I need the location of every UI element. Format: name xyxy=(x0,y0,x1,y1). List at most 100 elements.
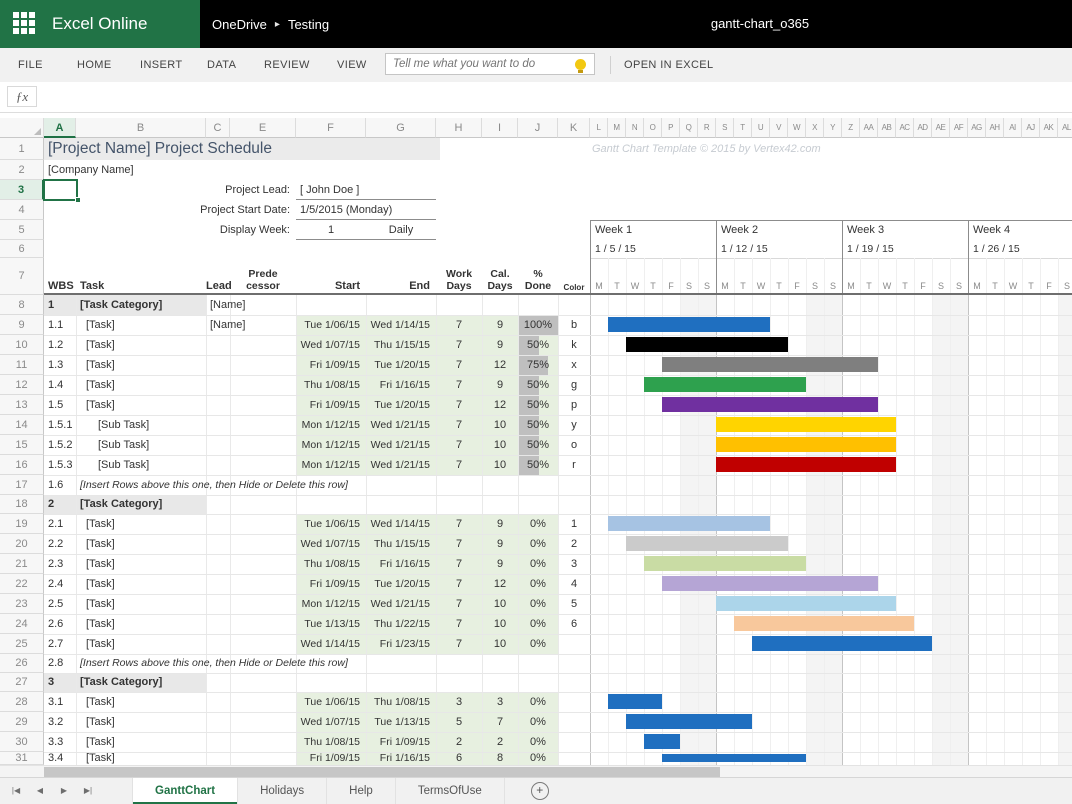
cell-end[interactable]: Wed 1/14/15 xyxy=(368,315,430,335)
cell-cal-days[interactable]: 9 xyxy=(482,514,518,534)
day-letter[interactable]: T xyxy=(644,279,662,294)
day-letter[interactable]: S xyxy=(824,279,842,294)
cell-company-name[interactable]: [Company Name] xyxy=(48,160,298,180)
header-task[interactable]: Task xyxy=(80,278,140,294)
col-header-AB[interactable]: AB xyxy=(878,118,896,138)
cell-work-days[interactable]: 7 xyxy=(436,395,482,415)
cell-cal-days[interactable]: 10 xyxy=(482,415,518,435)
col-header-Q[interactable]: Q xyxy=(680,118,698,138)
header-cal-days[interactable]: Cal. Days xyxy=(482,268,518,294)
day-letter[interactable]: M xyxy=(968,279,986,294)
cell-cal-days[interactable]: 10 xyxy=(482,594,518,614)
cell-work-days[interactable]: 7 xyxy=(436,375,482,395)
col-header-AK[interactable]: AK xyxy=(1040,118,1058,138)
cell-pct-done[interactable]: 50% xyxy=(518,415,558,435)
col-header-AH[interactable]: AH xyxy=(986,118,1004,138)
ribbon-tab-view[interactable]: VIEW xyxy=(337,48,367,82)
cell-task[interactable]: [Sub Task] xyxy=(98,435,218,455)
gantt-bar[interactable] xyxy=(644,556,806,571)
day-letter[interactable]: T xyxy=(986,279,1004,294)
cell-end[interactable]: Fri 1/16/15 xyxy=(368,375,430,395)
row-header-12[interactable]: 12 xyxy=(0,375,44,395)
info-value[interactable]: 1/5/2015 (Monday) xyxy=(300,200,436,220)
row-header-29[interactable]: 29 xyxy=(0,712,44,732)
cell-color-code[interactable]: y xyxy=(558,415,590,435)
col-header-H[interactable]: H xyxy=(436,118,482,138)
gantt-bar[interactable] xyxy=(644,377,806,392)
gantt-bar[interactable] xyxy=(608,516,770,531)
row-header-7[interactable]: 7 xyxy=(0,258,44,295)
cell-color-code[interactable]: 5 xyxy=(558,594,590,614)
cell-color-code[interactable]: 1 xyxy=(558,514,590,534)
cell-work-days[interactable]: 7 xyxy=(436,455,482,475)
cell-work-days[interactable]: 7 xyxy=(436,634,482,654)
cell-task[interactable]: [Task] xyxy=(86,634,206,654)
header-wbs[interactable]: WBS xyxy=(48,278,78,294)
col-header-AE[interactable]: AE xyxy=(932,118,950,138)
scrollbar-thumb[interactable] xyxy=(44,767,720,777)
day-letter[interactable]: M xyxy=(842,279,860,294)
day-letter[interactable]: W xyxy=(1004,279,1022,294)
col-header-AI[interactable]: AI xyxy=(1004,118,1022,138)
col-header-W[interactable]: W xyxy=(788,118,806,138)
ribbon-tab-review[interactable]: REVIEW xyxy=(264,48,310,82)
cell-end[interactable]: Thu 1/22/15 xyxy=(368,614,430,634)
cell-start[interactable]: Wed 1/07/15 xyxy=(298,712,360,732)
day-letter[interactable]: S xyxy=(698,279,716,294)
cell-end[interactable]: Fri 1/09/15 xyxy=(368,732,430,752)
cell-color-code[interactable]: k xyxy=(558,335,590,355)
cell-cal-days[interactable]: 9 xyxy=(482,554,518,574)
sheet-tab-help[interactable]: Help xyxy=(327,778,396,804)
day-letter[interactable]: T xyxy=(770,279,788,294)
cell-work-days[interactable]: 7 xyxy=(436,415,482,435)
cell-cal-days[interactable]: 9 xyxy=(482,335,518,355)
col-header-S[interactable]: S xyxy=(716,118,734,138)
day-letter[interactable]: S xyxy=(932,279,950,294)
col-header-T[interactable]: T xyxy=(734,118,752,138)
day-letter[interactable]: T xyxy=(1022,279,1040,294)
prev-sheet-button[interactable]: ◀ xyxy=(28,778,52,804)
cell-work-days[interactable]: 2 xyxy=(436,732,482,752)
gantt-bar[interactable] xyxy=(626,714,752,729)
cell-color-code[interactable]: 4 xyxy=(558,574,590,594)
horizontal-scrollbar[interactable] xyxy=(0,765,1072,777)
cell-task[interactable]: [Task] xyxy=(86,594,206,614)
col-header-O[interactable]: O xyxy=(644,118,662,138)
ribbon-tab-insert[interactable]: INSERT xyxy=(140,48,183,82)
row-header-9[interactable]: 9 xyxy=(0,315,44,335)
cell-task[interactable]: [Task Category] xyxy=(80,295,220,315)
cell-end[interactable]: Fri 1/16/15 xyxy=(368,554,430,574)
cell-work-days[interactable]: 7 xyxy=(436,534,482,554)
gantt-bar[interactable] xyxy=(662,576,878,591)
gantt-bar[interactable] xyxy=(662,754,806,762)
cell-color-code[interactable]: g xyxy=(558,375,590,395)
day-letter[interactable]: M xyxy=(716,279,734,294)
gantt-bar[interactable] xyxy=(716,596,896,611)
select-all-corner[interactable] xyxy=(0,118,44,138)
cell-end[interactable]: Wed 1/21/15 xyxy=(368,594,430,614)
gantt-bar[interactable] xyxy=(608,317,770,332)
last-sheet-button[interactable]: ▶| xyxy=(76,778,100,804)
col-header-G[interactable]: G xyxy=(366,118,436,138)
cell-work-days[interactable]: 3 xyxy=(436,692,482,712)
gantt-bar[interactable] xyxy=(608,694,662,709)
cell-end[interactable]: Wed 1/21/15 xyxy=(368,435,430,455)
day-letter[interactable]: F xyxy=(662,279,680,294)
col-header-K[interactable]: K xyxy=(558,118,590,138)
cell-end[interactable]: Wed 1/21/15 xyxy=(368,415,430,435)
gantt-bar[interactable] xyxy=(662,357,878,372)
col-header-AA[interactable]: AA xyxy=(860,118,878,138)
cell-color-code[interactable]: p xyxy=(558,395,590,415)
col-header-L[interactable]: L xyxy=(590,118,608,138)
ribbon-tab-data[interactable]: DATA xyxy=(207,48,236,82)
col-header-N[interactable]: N xyxy=(626,118,644,138)
cell-task[interactable]: [Sub Task] xyxy=(98,415,218,435)
gantt-bar[interactable] xyxy=(626,536,788,551)
cell-start[interactable]: Tue 1/13/15 xyxy=(298,614,360,634)
cell-start[interactable]: Tue 1/06/15 xyxy=(298,315,360,335)
cell-work-days[interactable]: 7 xyxy=(436,315,482,335)
cell-pct-done[interactable]: 0% xyxy=(518,692,558,712)
header-lead[interactable]: Lead xyxy=(206,278,230,294)
header-start[interactable]: Start xyxy=(296,278,360,294)
cell-task[interactable]: [Task] xyxy=(86,514,206,534)
